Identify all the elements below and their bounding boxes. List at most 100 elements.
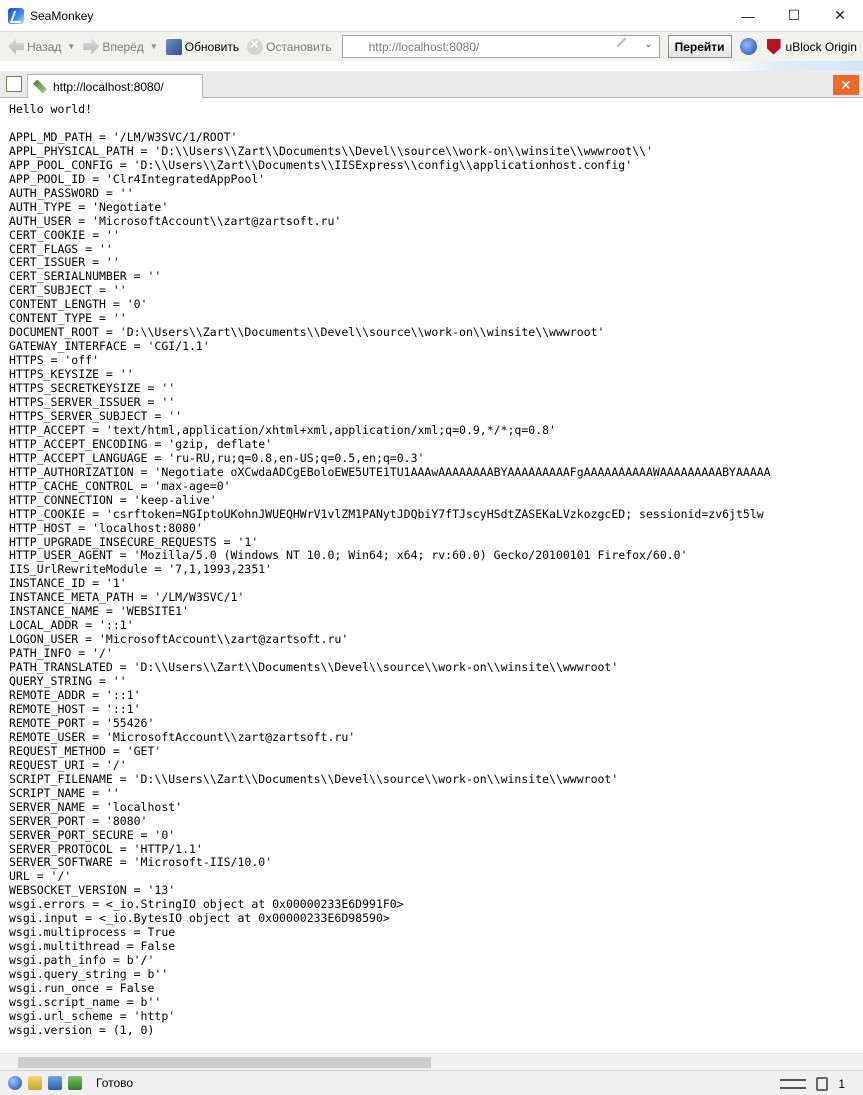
env-line: APP_POOL_ID = 'Clr4IntegratedAppPool' bbox=[9, 171, 266, 186]
back-button[interactable]: Назад bbox=[4, 35, 65, 59]
env-line: URL = '/' bbox=[9, 869, 72, 884]
env-line: HTTPS_SECRETKEYSIZE = '' bbox=[9, 381, 176, 396]
greeting-text: Hello world! bbox=[9, 102, 93, 116]
env-line: wsgi.input = <_io.BytesIO object at 0x00… bbox=[9, 911, 390, 926]
scrollbar-thumb[interactable] bbox=[18, 1057, 431, 1068]
env-line: wsgi.multiprocess = True bbox=[9, 925, 176, 940]
url-history-dropdown-icon[interactable]: ⌄ bbox=[644, 39, 652, 50]
chat-icon[interactable] bbox=[48, 1076, 62, 1090]
tab-bar: http://localhost:8080/ ✕ bbox=[0, 71, 863, 98]
env-line: REMOTE_PORT = '55426' bbox=[9, 715, 155, 730]
env-line: REMOTE_ADDR = '::1' bbox=[9, 688, 141, 703]
env-line: HTTPS_KEYSIZE = '' bbox=[9, 367, 134, 382]
env-line: HTTP_COOKIE = 'csrftoken=NGIptoUKohnJWUE… bbox=[9, 506, 764, 521]
ublock-origin-button[interactable]: uBlock Origin bbox=[766, 38, 857, 55]
env-line: wsgi.query_string = b'' bbox=[9, 967, 169, 982]
env-line: SERVER_PORT = '8080' bbox=[9, 813, 148, 828]
env-line: SERVER_SOFTWARE = 'Microsoft-IIS/10.0' bbox=[9, 855, 273, 870]
env-line: QUERY_STRING = '' bbox=[9, 674, 127, 689]
env-line: CERT_FLAGS = '' bbox=[9, 241, 113, 256]
reload-button[interactable]: Обновить bbox=[162, 35, 243, 59]
back-arrow-icon bbox=[8, 38, 24, 55]
page-favicon-icon bbox=[33, 79, 47, 94]
env-line: HTTPS = 'off' bbox=[9, 353, 100, 368]
window-title: SeaMonkey bbox=[30, 8, 94, 23]
stop-icon bbox=[247, 36, 264, 55]
security-lock-icon bbox=[816, 1076, 829, 1091]
tab-label: http://localhost:8080/ bbox=[53, 79, 164, 94]
env-line: wsgi.version = (1, 0) bbox=[9, 1022, 155, 1037]
minimize-button[interactable]: — bbox=[725, 0, 771, 31]
env-line: wsgi.errors = <_io.StringIO object at 0x… bbox=[9, 897, 404, 912]
env-line: SERVER_PROTOCOL = 'HTTP/1.1' bbox=[9, 841, 203, 856]
env-line: HTTP_ACCEPT_ENCODING = 'gzip, deflate' bbox=[9, 436, 273, 451]
stop-label: Остановить bbox=[266, 39, 332, 54]
close-tab-button[interactable]: ✕ bbox=[833, 75, 859, 95]
env-line: HTTP_HOST = 'localhost:8080' bbox=[9, 520, 203, 535]
forward-arrow-icon bbox=[83, 38, 100, 55]
forward-button[interactable]: Вперёд bbox=[79, 35, 148, 59]
back-label: Назад bbox=[27, 39, 62, 54]
horizontal-scrollbar[interactable] bbox=[0, 1053, 863, 1070]
env-line: SCRIPT_FILENAME = 'D:\\Users\\Zart\\Docu… bbox=[9, 771, 619, 786]
url-input[interactable]: http://localhost:8080/ bbox=[369, 40, 480, 54]
go-button[interactable]: Перейти bbox=[667, 35, 732, 58]
env-line: PATH_TRANSLATED = 'D:\\Users\\Zart\\Docu… bbox=[9, 660, 619, 675]
reload-icon bbox=[165, 38, 182, 55]
mail-icon[interactable] bbox=[28, 1076, 42, 1090]
env-line: HTTP_ACCEPT = 'text/html,application/xht… bbox=[9, 422, 556, 437]
env-line: CERT_COOKIE = '' bbox=[9, 227, 120, 242]
env-line: CERT_SUBJECT = '' bbox=[9, 283, 127, 298]
seamonkey-throbber-icon[interactable] bbox=[739, 38, 757, 55]
ublock-shield-icon bbox=[766, 38, 781, 55]
composer-icon[interactable] bbox=[68, 1076, 82, 1090]
env-line: SCRIPT_NAME = '' bbox=[9, 785, 120, 800]
env-line: WEBSOCKET_VERSION = '13' bbox=[9, 883, 176, 898]
env-line: HTTP_CACHE_CONTROL = 'max-age=0' bbox=[9, 478, 231, 493]
close-button[interactable]: ✕ bbox=[817, 0, 863, 31]
env-line: SERVER_NAME = 'localhost' bbox=[9, 799, 183, 814]
env-line: PATH_INFO = '/' bbox=[9, 646, 113, 661]
page-text: Hello world! APPL_MD_PATH = '/LM/W3SVC/1/… bbox=[0, 98, 863, 1038]
env-line: GATEWAY_INTERFACE = 'CGI/1.1' bbox=[9, 339, 210, 354]
env-line: REMOTE_HOST = '::1' bbox=[9, 701, 141, 716]
env-line: INSTANCE_NAME = 'WEBSITE1' bbox=[9, 604, 190, 619]
env-line: HTTPS_SERVER_SUBJECT = '' bbox=[9, 408, 183, 423]
env-line: AUTH_TYPE = 'Negotiate' bbox=[9, 199, 169, 214]
env-line: REQUEST_URI = '/' bbox=[9, 757, 127, 772]
env-line: SERVER_PORT_SECURE = '0' bbox=[9, 827, 176, 842]
env-line: IIS_UrlRewriteModule = '7,1,1993,2351' bbox=[9, 562, 273, 577]
browser-globe-icon[interactable] bbox=[8, 1076, 22, 1090]
env-line: HTTP_CONNECTION = 'keep-alive' bbox=[9, 492, 217, 507]
env-line: AUTH_PASSWORD = '' bbox=[9, 185, 134, 200]
env-line: wsgi.run_once = False bbox=[9, 981, 155, 996]
navigation-toolbar: Назад ▼ Вперёд ▼ Обновить Остановить htt… bbox=[0, 31, 863, 61]
env-line: CERT_ISSUER = '' bbox=[9, 255, 120, 270]
ublock-label: uBlock Origin bbox=[785, 39, 857, 54]
url-bar[interactable]: http://localhost:8080/ ⌄ bbox=[341, 35, 660, 58]
popup-count: 1 bbox=[838, 1076, 845, 1091]
env-line: INSTANCE_ID = '1' bbox=[9, 576, 127, 591]
tab-list-icon[interactable] bbox=[6, 76, 22, 92]
back-dropdown-icon[interactable]: ▼ bbox=[67, 42, 75, 51]
edit-pen-icon bbox=[616, 37, 634, 55]
env-line: APP_POOL_CONFIG = 'D:\\Users\\Zart\\Docu… bbox=[9, 157, 633, 172]
forward-dropdown-icon[interactable]: ▼ bbox=[150, 42, 158, 51]
online-connection-icon[interactable] bbox=[780, 1078, 807, 1089]
status-bar: Готово 1 bbox=[0, 1070, 863, 1095]
page-content: Hello world! APPL_MD_PATH = '/LM/W3SVC/1/… bbox=[0, 98, 863, 1053]
env-line: CONTENT_TYPE = '' bbox=[9, 311, 127, 326]
env-line: LOCAL_ADDR = '::1' bbox=[9, 618, 134, 633]
env-line: HTTP_UPGRADE_INSECURE_REQUESTS = '1' bbox=[9, 534, 259, 549]
maximize-button[interactable]: ☐ bbox=[771, 0, 817, 31]
window-controls: — ☐ ✕ bbox=[725, 0, 863, 31]
env-line: DOCUMENT_ROOT = 'D:\\Users\\Zart\\Docume… bbox=[9, 325, 605, 340]
env-line: INSTANCE_META_PATH = '/LM/W3SVC/1' bbox=[9, 590, 245, 605]
env-line: CERT_SERIALNUMBER = '' bbox=[9, 269, 162, 284]
seamonkey-app-icon bbox=[8, 7, 24, 24]
tab-localhost[interactable]: http://localhost:8080/ bbox=[27, 74, 203, 98]
env-line: wsgi.script_name = b'' bbox=[9, 994, 162, 1009]
forward-label: Вперёд bbox=[102, 39, 144, 54]
stop-button[interactable]: Остановить bbox=[243, 35, 336, 59]
